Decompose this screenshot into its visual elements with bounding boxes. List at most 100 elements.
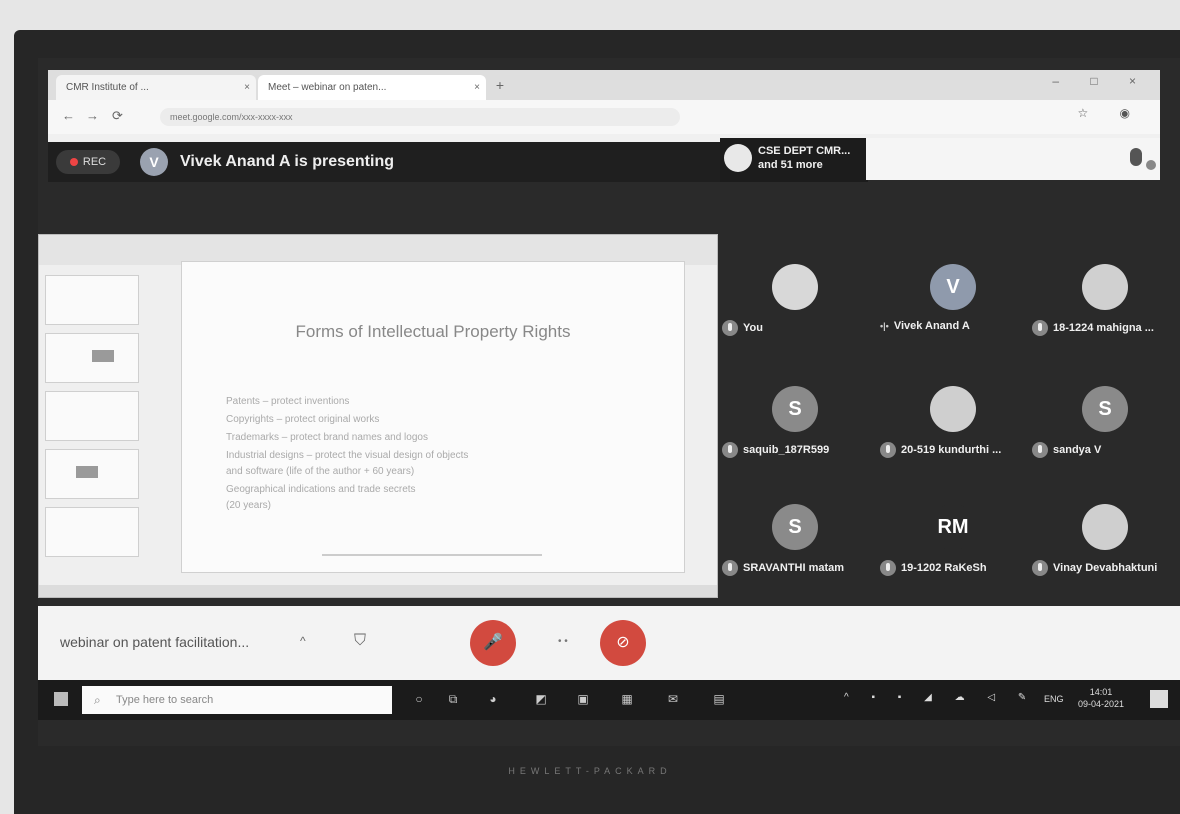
mic-off-button[interactable]: 🎤 bbox=[470, 620, 516, 666]
back-button[interactable]: ← bbox=[62, 108, 75, 123]
slide-thumbnail[interactable] bbox=[45, 449, 139, 499]
tab-label: Meet – webinar on paten... bbox=[268, 82, 387, 93]
rec-label: REC bbox=[82, 156, 107, 168]
forward-button[interactable]: → bbox=[86, 108, 99, 123]
address-bar-row: ← → ⟳ meet.google.com/xxx-xxxx-xxx ☆ ◉ bbox=[48, 100, 1160, 134]
avatar: V bbox=[140, 148, 168, 176]
avatar: S bbox=[772, 386, 818, 432]
presentation-view: Forms of Intellectual Property Rights Pa… bbox=[38, 234, 718, 598]
participant-tile[interactable]: 18-1224 mahigna ... bbox=[1032, 254, 1172, 346]
slide-bullet: and software (life of the author + 60 ye… bbox=[226, 466, 415, 477]
slide-thumbnail[interactable] bbox=[45, 333, 139, 383]
photos-icon[interactable]: ▦ bbox=[618, 690, 636, 708]
participant-tile[interactable]: V •|• Vivek Anand A bbox=[880, 254, 1020, 346]
avatar bbox=[772, 264, 818, 310]
meeting-name[interactable]: webinar on patent facilitation... bbox=[60, 634, 249, 650]
slide-footer bbox=[322, 554, 542, 556]
reload-button[interactable]: ⟳ bbox=[112, 108, 123, 124]
language-indicator[interactable]: ENG bbox=[1044, 694, 1064, 704]
taskbar: ⌕ Type here to search ○ ⧉ ◕ ◩ ▣ ▦ ✉ ▤ ^ … bbox=[38, 680, 1180, 720]
meeting-controls: webinar on patent facilitation... ^ ⛉ 🎤 … bbox=[38, 606, 1180, 680]
mic-off-icon bbox=[722, 442, 738, 458]
chevron-up-icon[interactable]: ^ bbox=[300, 634, 306, 648]
profile-icon[interactable]: ☆ ◉ bbox=[1077, 106, 1144, 120]
window-controls[interactable]: – □ × bbox=[1052, 74, 1150, 88]
participants-line2: and 51 more bbox=[758, 159, 823, 171]
participant-tile[interactable]: Ssandya V bbox=[1032, 376, 1172, 468]
browser-window: CMR Institute of ... × Meet – webinar on… bbox=[48, 70, 1160, 148]
participant-name-label: 18-1224 mahigna ... bbox=[1053, 321, 1154, 334]
photo-background: CMR Institute of ... × Meet – webinar on… bbox=[0, 0, 1180, 814]
participant-name: saquib_187R599 bbox=[722, 442, 862, 460]
cortana-icon[interactable]: ○ bbox=[410, 690, 428, 708]
more-dots-icon: • • bbox=[558, 636, 568, 647]
presenting-status: Vivek Anand A is presenting bbox=[180, 153, 394, 170]
avatar: S bbox=[1082, 386, 1128, 432]
participant-tile[interactable]: S SRAVANTHI matam bbox=[722, 494, 862, 586]
slide-bullet: (20 years) bbox=[226, 500, 272, 511]
participant-tile[interactable]: Ssaquib_187R599 bbox=[722, 376, 862, 468]
close-icon[interactable]: × bbox=[244, 75, 250, 100]
participant-tile[interactable]: RM 19-1202 RaKeSh bbox=[880, 494, 1020, 586]
participant-name-label: Vinay Devabhaktuni bbox=[1053, 561, 1158, 574]
task-view-icon[interactable]: ⧉ bbox=[444, 690, 462, 708]
search-placeholder: Type here to search bbox=[116, 694, 214, 706]
speaking-indicator-icon: •|• bbox=[880, 321, 889, 332]
mic-off-icon bbox=[880, 560, 896, 576]
shield-icon[interactable]: ⛉ bbox=[354, 632, 366, 650]
clock[interactable]: 14:01 09-04-2021 bbox=[1078, 686, 1124, 710]
tab-label: CMR Institute of ... bbox=[66, 82, 149, 93]
participant-name-label: Vivek Anand A bbox=[893, 320, 970, 332]
powerpoint-icon[interactable]: ▤ bbox=[710, 690, 728, 708]
slide-thumbnail[interactable] bbox=[45, 391, 139, 441]
avatar: S bbox=[772, 504, 818, 550]
participant-name-label: 20-519 kundurthi ... bbox=[901, 443, 1002, 456]
participant-tile[interactable]: 20-519 kundurthi ... bbox=[880, 376, 1020, 468]
participants-line1: CSE DEPT CMR... bbox=[758, 145, 851, 157]
participant-name-label: sandya V bbox=[1053, 443, 1102, 456]
participant-tile[interactable]: You bbox=[722, 254, 862, 346]
notification-icon[interactable] bbox=[1150, 690, 1168, 708]
participant-name: 20-519 kundurthi ... bbox=[880, 442, 1020, 460]
participant-name: •|• Vivek Anand A bbox=[880, 320, 1020, 338]
avatar bbox=[724, 144, 752, 172]
mic-off-icon bbox=[1032, 442, 1048, 458]
participant-name: 18-1224 mahigna ... bbox=[1032, 320, 1172, 338]
system-tray[interactable]: ^ ▪ ▪ ◢ ☁ ◁ ✎ bbox=[844, 692, 1036, 703]
store-icon[interactable]: ▣ bbox=[574, 690, 592, 708]
clock-date: 09-04-2021 bbox=[1078, 699, 1125, 709]
close-icon[interactable]: × bbox=[474, 75, 480, 100]
taskbar-search-input[interactable]: ⌕ Type here to search bbox=[82, 686, 392, 714]
slide-bullet: Patents – protect inventions bbox=[226, 396, 350, 407]
participant-tile[interactable]: Vinay Devabhaktuni bbox=[1032, 494, 1172, 586]
slide-thumbnails bbox=[45, 275, 145, 585]
slide-bullet: Trademarks – protect brand names and log… bbox=[226, 432, 428, 443]
participant-name: 19-1202 RaKeSh bbox=[880, 560, 1020, 578]
participant-name: sandya V bbox=[1032, 442, 1172, 460]
chrome-icon[interactable]: ◕ bbox=[484, 690, 502, 708]
mail-icon[interactable]: ✉ bbox=[664, 690, 682, 708]
avatar: V bbox=[930, 264, 976, 310]
edge-icon[interactable]: ◩ bbox=[532, 690, 550, 708]
participant-name-label: SRAVANTHI matam bbox=[743, 561, 845, 574]
slide-thumbnail[interactable] bbox=[45, 507, 139, 557]
new-tab-button[interactable]: + bbox=[490, 75, 510, 95]
clock-time: 14:01 bbox=[1089, 687, 1113, 697]
avatar bbox=[1082, 504, 1128, 550]
mic-off-icon bbox=[1032, 560, 1048, 576]
url-field[interactable]: meet.google.com/xxx-xxxx-xxx bbox=[160, 108, 680, 126]
tab-meet[interactable]: Meet – webinar on paten... × bbox=[258, 75, 486, 100]
mic-off-icon bbox=[722, 560, 738, 576]
current-slide: Forms of Intellectual Property Rights Pa… bbox=[181, 261, 685, 573]
user-icon[interactable] bbox=[1130, 148, 1142, 166]
camera-off-button[interactable]: ⊘ bbox=[600, 620, 646, 666]
search-icon: ⌕ bbox=[94, 693, 101, 707]
monitor-brand: HEWLETT-PACKARD bbox=[508, 766, 672, 776]
tab-institute[interactable]: CMR Institute of ... × bbox=[56, 75, 256, 100]
windows-start-icon[interactable] bbox=[54, 692, 68, 706]
status-dot-icon bbox=[1146, 160, 1156, 170]
slide-title: Forms of Intellectual Property Rights bbox=[295, 322, 571, 341]
participants-summary[interactable]: CSE DEPT CMR... and 51 more bbox=[720, 138, 868, 182]
slide-thumbnail[interactable] bbox=[45, 275, 139, 325]
recording-badge: REC bbox=[56, 150, 120, 174]
